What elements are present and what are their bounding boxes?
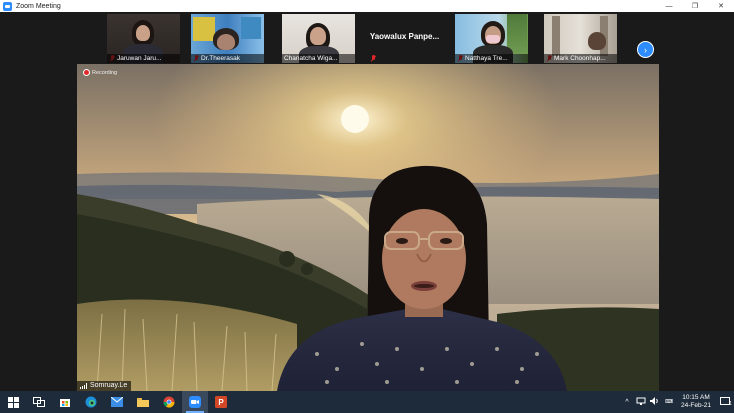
participant-face	[310, 27, 326, 45]
recording-dot-icon	[83, 69, 90, 76]
virtual-background-scene	[77, 64, 659, 391]
recording-label: Recording	[92, 69, 118, 76]
chevron-right-icon: ›	[644, 44, 647, 55]
participant-tile[interactable]: Natthaya Tre...	[455, 14, 528, 63]
recording-indicator[interactable]: Recording	[83, 69, 117, 76]
participant-tile[interactable]: Dr.Theerasak	[191, 14, 264, 63]
svg-text:P: P	[218, 398, 224, 407]
taskbar-mail[interactable]	[104, 391, 130, 413]
participant-name: Jaruwan Jaru...	[107, 54, 180, 63]
title-bar: Zoom Meeting — ❐ ✕	[0, 0, 734, 12]
window-controls: — ❐ ✕	[656, 0, 734, 12]
signal-bars-icon	[80, 383, 88, 389]
participant-tile[interactable]: Yaowalux Panpe...	[368, 14, 441, 63]
participant-strip: Jaruwan Jaru... Dr.Theerasak Chanatcha W…	[0, 12, 734, 64]
edge-icon	[85, 396, 97, 408]
sun	[341, 105, 369, 133]
next-page-button[interactable]: ›	[637, 41, 654, 58]
clock-time: 10:15 AM	[682, 394, 710, 401]
window-title: Zoom Meeting	[16, 2, 61, 10]
mail-icon	[111, 397, 123, 407]
participant-face	[136, 25, 150, 41]
minimize-button[interactable]: —	[656, 0, 682, 12]
windows-taskbar: P ^ ⌨ 10:15 AM 24-Feb-21 1	[0, 391, 734, 413]
task-view-button[interactable]	[26, 391, 52, 413]
zoom-icon	[189, 396, 201, 408]
maximize-button[interactable]: ❐	[682, 0, 708, 12]
taskbar-store[interactable]	[52, 391, 78, 413]
windows-start-icon	[7, 396, 19, 408]
zoom-app-icon	[3, 1, 12, 11]
speaker-name-tag: Somruay.Le	[77, 381, 132, 391]
participant-name: Natthaya Tre...	[455, 54, 528, 63]
participant-name: Mark Choonhap...	[544, 54, 617, 63]
participant-name: Dr.Theerasak	[191, 54, 264, 63]
participant-name: Chanatcha Wiga...	[282, 54, 355, 63]
speaker-name: Somruay.Le	[90, 382, 128, 389]
task-view-icon	[33, 397, 45, 407]
taskbar-zoom[interactable]	[182, 391, 208, 413]
participant-tile[interactable]: Chanatcha Wiga...	[282, 14, 355, 63]
taskbar-file-explorer[interactable]	[130, 391, 156, 413]
network-icon[interactable]	[634, 397, 648, 407]
notification-center-button[interactable]: 1	[716, 396, 734, 408]
clock-date: 24-Feb-21	[681, 402, 711, 409]
muted-mic-icon	[370, 55, 376, 62]
participant-tile[interactable]: Mark Choonhap...	[544, 14, 617, 63]
participant-face	[217, 34, 235, 50]
participant-background	[193, 17, 215, 41]
clock[interactable]: 10:15 AM 24-Feb-21	[676, 394, 716, 410]
taskbar-chrome[interactable]	[156, 391, 182, 413]
start-button[interactable]	[0, 391, 26, 413]
zoom-window: Zoom Meeting — ❐ ✕ Jaruwan Jaru... Dr.Th…	[0, 0, 734, 391]
participant-tile[interactable]: Jaruwan Jaru...	[107, 14, 180, 63]
store-icon	[60, 399, 70, 407]
notification-count: 1	[729, 400, 732, 407]
close-button[interactable]: ✕	[708, 0, 734, 12]
folder-icon	[137, 398, 149, 407]
active-speaker-video: Recording Somruay.Le	[77, 64, 659, 391]
keyboard-language-icon[interactable]: ⌨	[662, 399, 676, 405]
chrome-icon	[163, 396, 175, 408]
system-tray: ^ ⌨ 10:15 AM 24-Feb-21 1	[620, 391, 734, 413]
chevron-up-icon[interactable]: ^	[620, 399, 634, 406]
volume-icon[interactable]	[648, 397, 662, 407]
participant-background	[552, 16, 560, 56]
powerpoint-icon: P	[215, 396, 227, 408]
face-mask	[486, 35, 500, 43]
participant-face	[588, 32, 606, 50]
taskbar-edge[interactable]	[78, 391, 104, 413]
participant-background	[241, 17, 261, 39]
participant-name: Yaowalux Panpe...	[369, 32, 440, 41]
taskbar-powerpoint[interactable]: P	[208, 391, 234, 413]
